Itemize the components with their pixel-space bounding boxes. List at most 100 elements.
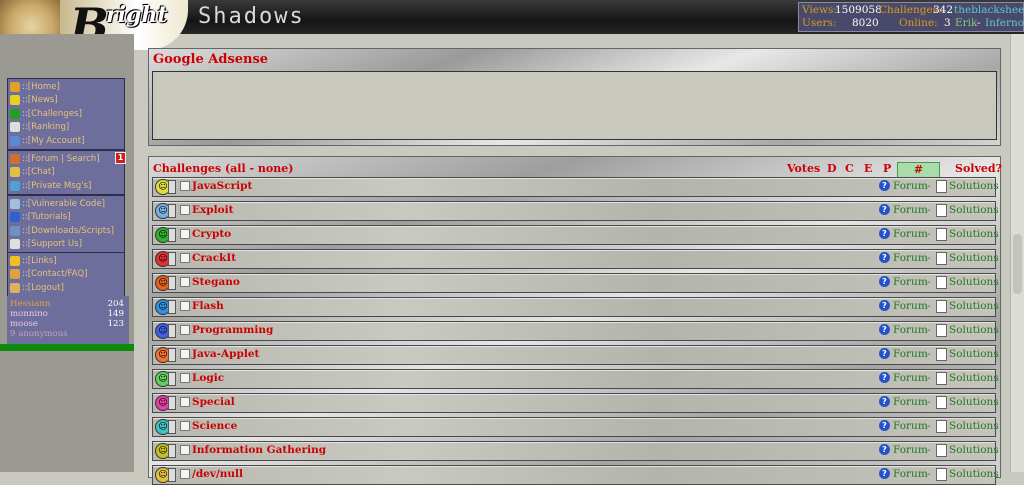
- forum-link[interactable]: Forum: [893, 372, 928, 384]
- menu-label[interactable]: [Chat]: [28, 167, 55, 177]
- category-checkbox[interactable]: [180, 229, 190, 239]
- solutions-link[interactable]: Solutions: [949, 252, 999, 264]
- online-user-link[interactable]: Erik: [955, 17, 977, 30]
- forum-link[interactable]: Forum: [893, 324, 928, 336]
- category-name-link[interactable]: Programming: [192, 324, 273, 336]
- category-name-link[interactable]: Logic: [192, 372, 224, 384]
- solutions-link[interactable]: Solutions: [949, 444, 999, 456]
- menu-label[interactable]: [Downloads/Scripts]: [28, 226, 114, 236]
- help-icon[interactable]: ?: [879, 348, 890, 359]
- help-icon[interactable]: ?: [879, 372, 890, 383]
- menu-item-ranking[interactable]: :: [Ranking]: [8, 121, 124, 135]
- category-checkbox[interactable]: [180, 445, 190, 455]
- menu-item-support-us[interactable]: :: [Support Us]: [8, 238, 124, 252]
- difficulty-header[interactable]: D: [827, 162, 837, 175]
- category-name-link[interactable]: Special: [192, 396, 235, 408]
- forum-link[interactable]: Forum: [893, 468, 928, 480]
- forum-link[interactable]: Forum: [893, 396, 928, 408]
- solutions-link[interactable]: Solutions: [949, 180, 999, 192]
- help-icon[interactable]: ?: [879, 252, 890, 263]
- category-checkbox[interactable]: [180, 421, 190, 431]
- menu-label[interactable]: [Contact/FAQ]: [28, 269, 88, 279]
- creativity-header[interactable]: C: [845, 162, 854, 175]
- menu-label[interactable]: [My Account]: [28, 136, 85, 146]
- help-icon[interactable]: ?: [879, 300, 890, 311]
- menu-label[interactable]: [News]: [28, 95, 58, 105]
- top-user-link[interactable]: theblacksheep: [954, 4, 1024, 17]
- menu-item-links[interactable]: :: [Links]: [8, 254, 124, 268]
- solutions-link[interactable]: Solutions: [949, 372, 999, 384]
- forum-link[interactable]: Forum: [893, 180, 928, 192]
- menu-label[interactable]: [Private Msg's]: [28, 181, 92, 191]
- solutions-link[interactable]: Solutions: [949, 228, 999, 240]
- forum-link[interactable]: Forum: [893, 228, 928, 240]
- solutions-link[interactable]: Solutions: [949, 396, 999, 408]
- help-icon[interactable]: ?: [879, 324, 890, 335]
- menu-item-vulnerable-code[interactable]: :: [Vulnerable Code]: [8, 197, 124, 211]
- menu-label[interactable]: [Links]: [28, 256, 57, 266]
- category-checkbox[interactable]: [180, 349, 190, 359]
- online-user-name[interactable]: moose: [10, 319, 38, 329]
- menu-label[interactable]: [Tutorials]: [28, 212, 71, 222]
- forum-link[interactable]: Forum: [893, 420, 928, 432]
- help-icon[interactable]: ?: [879, 204, 890, 215]
- category-checkbox[interactable]: [180, 373, 190, 383]
- help-icon[interactable]: ?: [879, 468, 890, 479]
- menu-item-logout[interactable]: :: [Logout]: [8, 281, 124, 295]
- help-icon[interactable]: ?: [879, 180, 890, 191]
- solutions-link[interactable]: Solutions: [949, 468, 999, 480]
- category-checkbox[interactable]: [180, 181, 190, 191]
- menu-item-challenges[interactable]: :: [Challenges]: [8, 107, 124, 121]
- forum-link[interactable]: Forum: [893, 444, 928, 456]
- category-name-link[interactable]: Java-Applet: [192, 348, 259, 360]
- menu-label[interactable]: [Challenges]: [28, 109, 82, 119]
- online-user-link[interactable]: Inferno: [985, 17, 1024, 30]
- category-checkbox[interactable]: [180, 397, 190, 407]
- challenges-title[interactable]: Challenges (all - none): [153, 162, 293, 175]
- solutions-link[interactable]: Solutions: [949, 348, 999, 360]
- help-icon[interactable]: ?: [879, 444, 890, 455]
- forum-link[interactable]: Forum: [893, 204, 928, 216]
- notification-badge[interactable]: 1: [115, 152, 126, 164]
- category-name-link[interactable]: /dev/null: [192, 468, 243, 480]
- menu-label[interactable]: [Logout]: [28, 283, 64, 293]
- menu-item-downloads-scripts[interactable]: :: [Downloads/Scripts]: [8, 224, 124, 238]
- category-checkbox[interactable]: [180, 301, 190, 311]
- help-icon[interactable]: ?: [879, 396, 890, 407]
- menu-item-chat[interactable]: :: [Chat]: [8, 166, 124, 180]
- forum-link[interactable]: Forum: [893, 252, 928, 264]
- help-icon[interactable]: ?: [879, 228, 890, 239]
- category-name-link[interactable]: Stegano: [192, 276, 240, 288]
- category-name-link[interactable]: Exploit: [192, 204, 233, 216]
- scrollbar-thumb[interactable]: [1013, 234, 1022, 294]
- menu-item-forum-search[interactable]: :: [Forum | Search]: [8, 152, 124, 166]
- online-user-name[interactable]: Hessiann: [10, 299, 50, 309]
- education-header[interactable]: E: [864, 162, 872, 175]
- solutions-link[interactable]: Solutions: [949, 420, 999, 432]
- help-icon[interactable]: ?: [879, 276, 890, 287]
- category-name-link[interactable]: Science: [192, 420, 237, 432]
- forum-link[interactable]: Forum: [893, 276, 928, 288]
- menu-item-contact-faq[interactable]: :: [Contact/FAQ]: [8, 268, 124, 282]
- solutions-link[interactable]: Solutions: [949, 204, 999, 216]
- menu-label[interactable]: [Home]: [28, 82, 60, 92]
- scrollbar[interactable]: [1010, 34, 1024, 472]
- category-checkbox[interactable]: [180, 325, 190, 335]
- category-name-link[interactable]: Flash: [192, 300, 224, 312]
- menu-item-my-account[interactable]: :: [My Account]: [8, 134, 124, 148]
- category-name-link[interactable]: Information Gathering: [192, 444, 326, 456]
- forum-link[interactable]: Forum: [893, 300, 928, 312]
- solutions-link[interactable]: Solutions: [949, 276, 999, 288]
- help-icon[interactable]: ?: [879, 420, 890, 431]
- category-name-link[interactable]: JavaScript: [192, 180, 252, 192]
- category-checkbox[interactable]: [180, 205, 190, 215]
- forum-link[interactable]: Forum: [893, 348, 928, 360]
- menu-item-private-msg-s[interactable]: :: [Private Msg's]: [8, 179, 124, 193]
- menu-label[interactable]: [Ranking]: [28, 122, 69, 132]
- category-checkbox[interactable]: [180, 277, 190, 287]
- solutions-link[interactable]: Solutions: [949, 300, 999, 312]
- menu-item-home[interactable]: :: [Home]: [8, 80, 124, 94]
- menu-item-news[interactable]: :: [News]: [8, 94, 124, 108]
- menu-item-tutorials[interactable]: :: [Tutorials]: [8, 211, 124, 225]
- menu-label[interactable]: [Support Us]: [28, 239, 82, 249]
